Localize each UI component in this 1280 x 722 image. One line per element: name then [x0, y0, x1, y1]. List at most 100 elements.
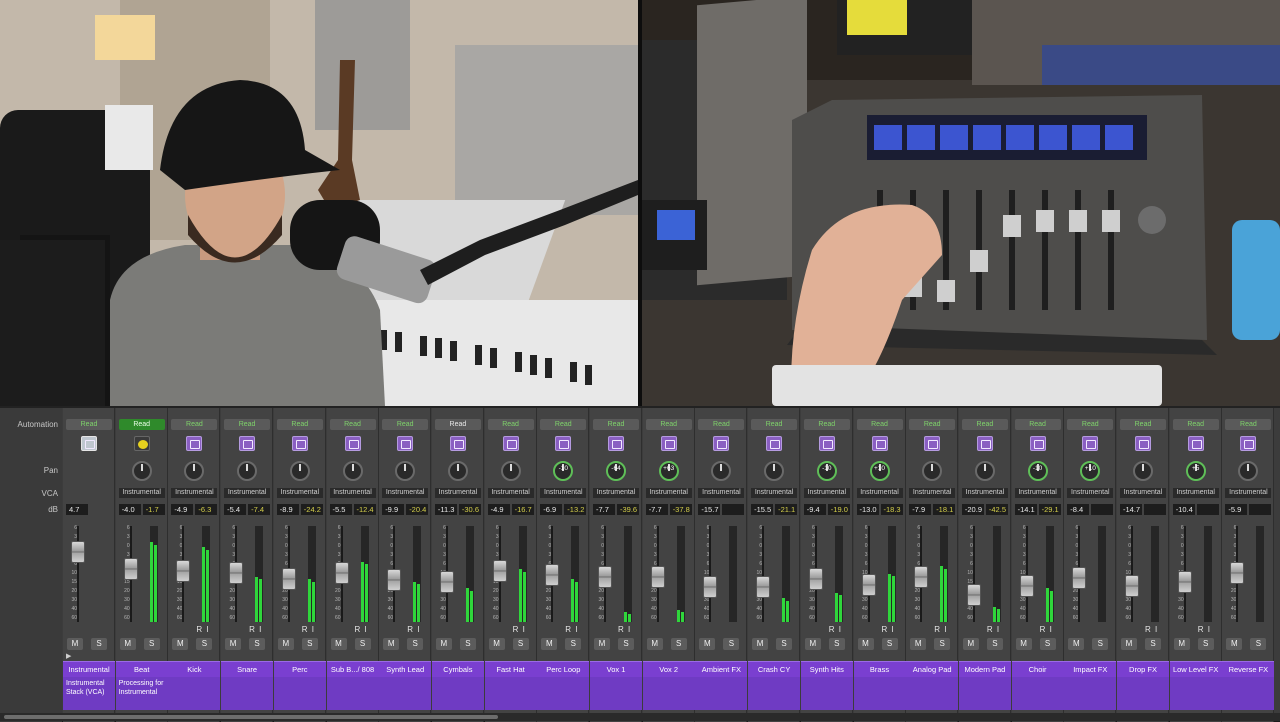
input-monitor-button[interactable]: I	[417, 625, 419, 634]
track-name[interactable]: Snare	[221, 661, 274, 677]
instrument-plugin-icon[interactable]	[555, 436, 572, 451]
track-name[interactable]: Reverse FX	[1222, 661, 1275, 677]
track-name[interactable]: Choir	[1011, 661, 1064, 677]
volume-fader[interactable]	[808, 567, 823, 590]
peak-db-readout[interactable]: -19.0	[827, 504, 850, 515]
input-monitor-button[interactable]: I	[523, 625, 525, 634]
track-notes[interactable]	[221, 677, 274, 710]
vca-assign-field[interactable]: Instrumental	[1225, 488, 1272, 498]
peak-db-readout[interactable]: -6.3	[195, 504, 218, 515]
track-name[interactable]: Drop FX	[1117, 661, 1169, 677]
volume-fader[interactable]	[1125, 575, 1139, 598]
peak-db-readout[interactable]: -13.2	[564, 504, 587, 515]
instrument-plugin-icon[interactable]	[608, 436, 624, 451]
peak-db-readout[interactable]: -20.4	[406, 504, 429, 515]
volume-db-readout[interactable]: -7.9	[909, 504, 932, 515]
volume-fader[interactable]	[176, 560, 191, 583]
volume-db-readout[interactable]: -14.7	[1120, 504, 1142, 515]
pan-knob[interactable]	[1238, 461, 1259, 481]
input-monitor-button[interactable]: I	[206, 625, 208, 634]
record-enable-button[interactable]: R	[302, 625, 308, 634]
automation-mode-button[interactable]: Read	[751, 419, 798, 430]
solo-button[interactable]: S	[723, 638, 740, 650]
volume-db-readout[interactable]: 4.7	[66, 504, 88, 515]
track-name[interactable]: Ambient FX	[695, 661, 748, 677]
track-notes[interactable]: Processing for Instrumental	[115, 677, 168, 710]
track-name[interactable]: Low Level FX	[1169, 661, 1222, 677]
track-notes[interactable]	[853, 677, 906, 710]
volume-db-readout[interactable]: -10.4	[1172, 504, 1195, 515]
input-monitor-button[interactable]: I	[1155, 625, 1157, 634]
solo-button[interactable]: S	[354, 638, 371, 650]
automation-mode-button[interactable]: Read	[434, 419, 481, 430]
vca-assign-field[interactable]: Instrumental	[224, 488, 271, 498]
peak-db-readout[interactable]	[722, 504, 745, 515]
peak-db-readout[interactable]: -30.6	[458, 504, 481, 515]
pan-knob[interactable]	[395, 461, 416, 481]
mute-button[interactable]: M	[857, 638, 874, 650]
automation-mode-button[interactable]: Read	[645, 419, 692, 430]
track-notes[interactable]	[748, 677, 801, 710]
solo-button[interactable]: S	[1145, 638, 1161, 650]
volume-db-readout[interactable]: -5.9	[1225, 504, 1248, 515]
track-name[interactable]: Sub B.../ 808	[326, 661, 379, 677]
solo-button[interactable]: S	[1039, 638, 1056, 650]
instrument-plugin-icon[interactable]	[449, 436, 466, 451]
instrument-plugin-icon[interactable]	[186, 436, 203, 451]
automation-mode-button[interactable]: Read	[1225, 419, 1272, 430]
automation-mode-button[interactable]: Read	[961, 419, 1008, 430]
mute-button[interactable]: M	[383, 638, 400, 650]
record-enable-button[interactable]: R	[882, 625, 888, 634]
peak-db-readout[interactable]: -1.7	[142, 504, 165, 515]
pan-knob[interactable]	[447, 461, 468, 481]
instrument-plugin-icon[interactable]	[871, 436, 888, 451]
record-enable-button[interactable]: R	[407, 625, 413, 634]
instrument-plugin-icon[interactable]	[976, 436, 993, 451]
volume-fader[interactable]	[1072, 566, 1087, 589]
instrument-plugin-icon[interactable]	[291, 436, 308, 451]
pan-knob[interactable]	[131, 461, 152, 481]
mute-button[interactable]: M	[435, 638, 452, 650]
vca-assign-field[interactable]: Instrumental	[540, 488, 587, 498]
record-enable-button[interactable]: R	[934, 625, 940, 634]
peak-db-readout[interactable]: -21.1	[775, 504, 798, 515]
input-monitor-button[interactable]: I	[839, 625, 841, 634]
volume-fader[interactable]	[1230, 562, 1245, 585]
solo-button[interactable]: S	[881, 638, 898, 650]
input-monitor-button[interactable]: I	[365, 625, 367, 634]
solo-button[interactable]: S	[828, 638, 845, 650]
vca-assign-field[interactable]: Instrumental	[751, 488, 798, 498]
volume-db-readout[interactable]: -11.3	[434, 504, 457, 515]
solo-button[interactable]: S	[670, 638, 687, 650]
vca-assign-field[interactable]: Instrumental	[434, 488, 481, 498]
automation-mode-button[interactable]: Read	[1172, 419, 1219, 430]
record-enable-button[interactable]: R	[513, 625, 519, 634]
volume-fader[interactable]	[71, 540, 85, 563]
volume-db-readout[interactable]: -9.9	[382, 504, 405, 515]
input-monitor-button[interactable]: I	[1208, 625, 1210, 634]
mute-button[interactable]: M	[1226, 638, 1243, 650]
volume-fader[interactable]	[1019, 575, 1034, 598]
instrument-plugin-icon[interactable]	[1187, 436, 1204, 451]
vca-assign-field[interactable]: Instrumental	[329, 488, 376, 498]
solo-button[interactable]: S	[407, 638, 424, 650]
mute-button[interactable]: M	[1173, 638, 1190, 650]
automation-mode-button[interactable]: Read	[856, 419, 903, 430]
volume-db-readout[interactable]: -5.4	[224, 504, 247, 515]
track-name[interactable]: Cymbals	[431, 661, 484, 677]
mute-button[interactable]: M	[330, 638, 347, 650]
automation-mode-button[interactable]: Read	[540, 419, 587, 430]
vca-assign-field[interactable]: Instrumental	[961, 488, 1008, 498]
input-monitor-button[interactable]: I	[944, 625, 946, 634]
solo-button[interactable]: S	[249, 638, 266, 650]
vca-assign-field[interactable]: Instrumental	[487, 488, 534, 498]
input-monitor-button[interactable]: I	[628, 625, 630, 634]
track-name[interactable]: Impact FX	[1064, 661, 1117, 677]
track-name[interactable]: Synth Lead	[379, 661, 432, 677]
track-notes[interactable]	[1117, 677, 1169, 710]
record-enable-button[interactable]: R	[987, 625, 993, 634]
record-enable-button[interactable]: R	[196, 625, 202, 634]
mute-button[interactable]: M	[752, 638, 769, 650]
pan-knob[interactable]	[764, 461, 785, 481]
peak-db-readout[interactable]	[1144, 504, 1166, 515]
